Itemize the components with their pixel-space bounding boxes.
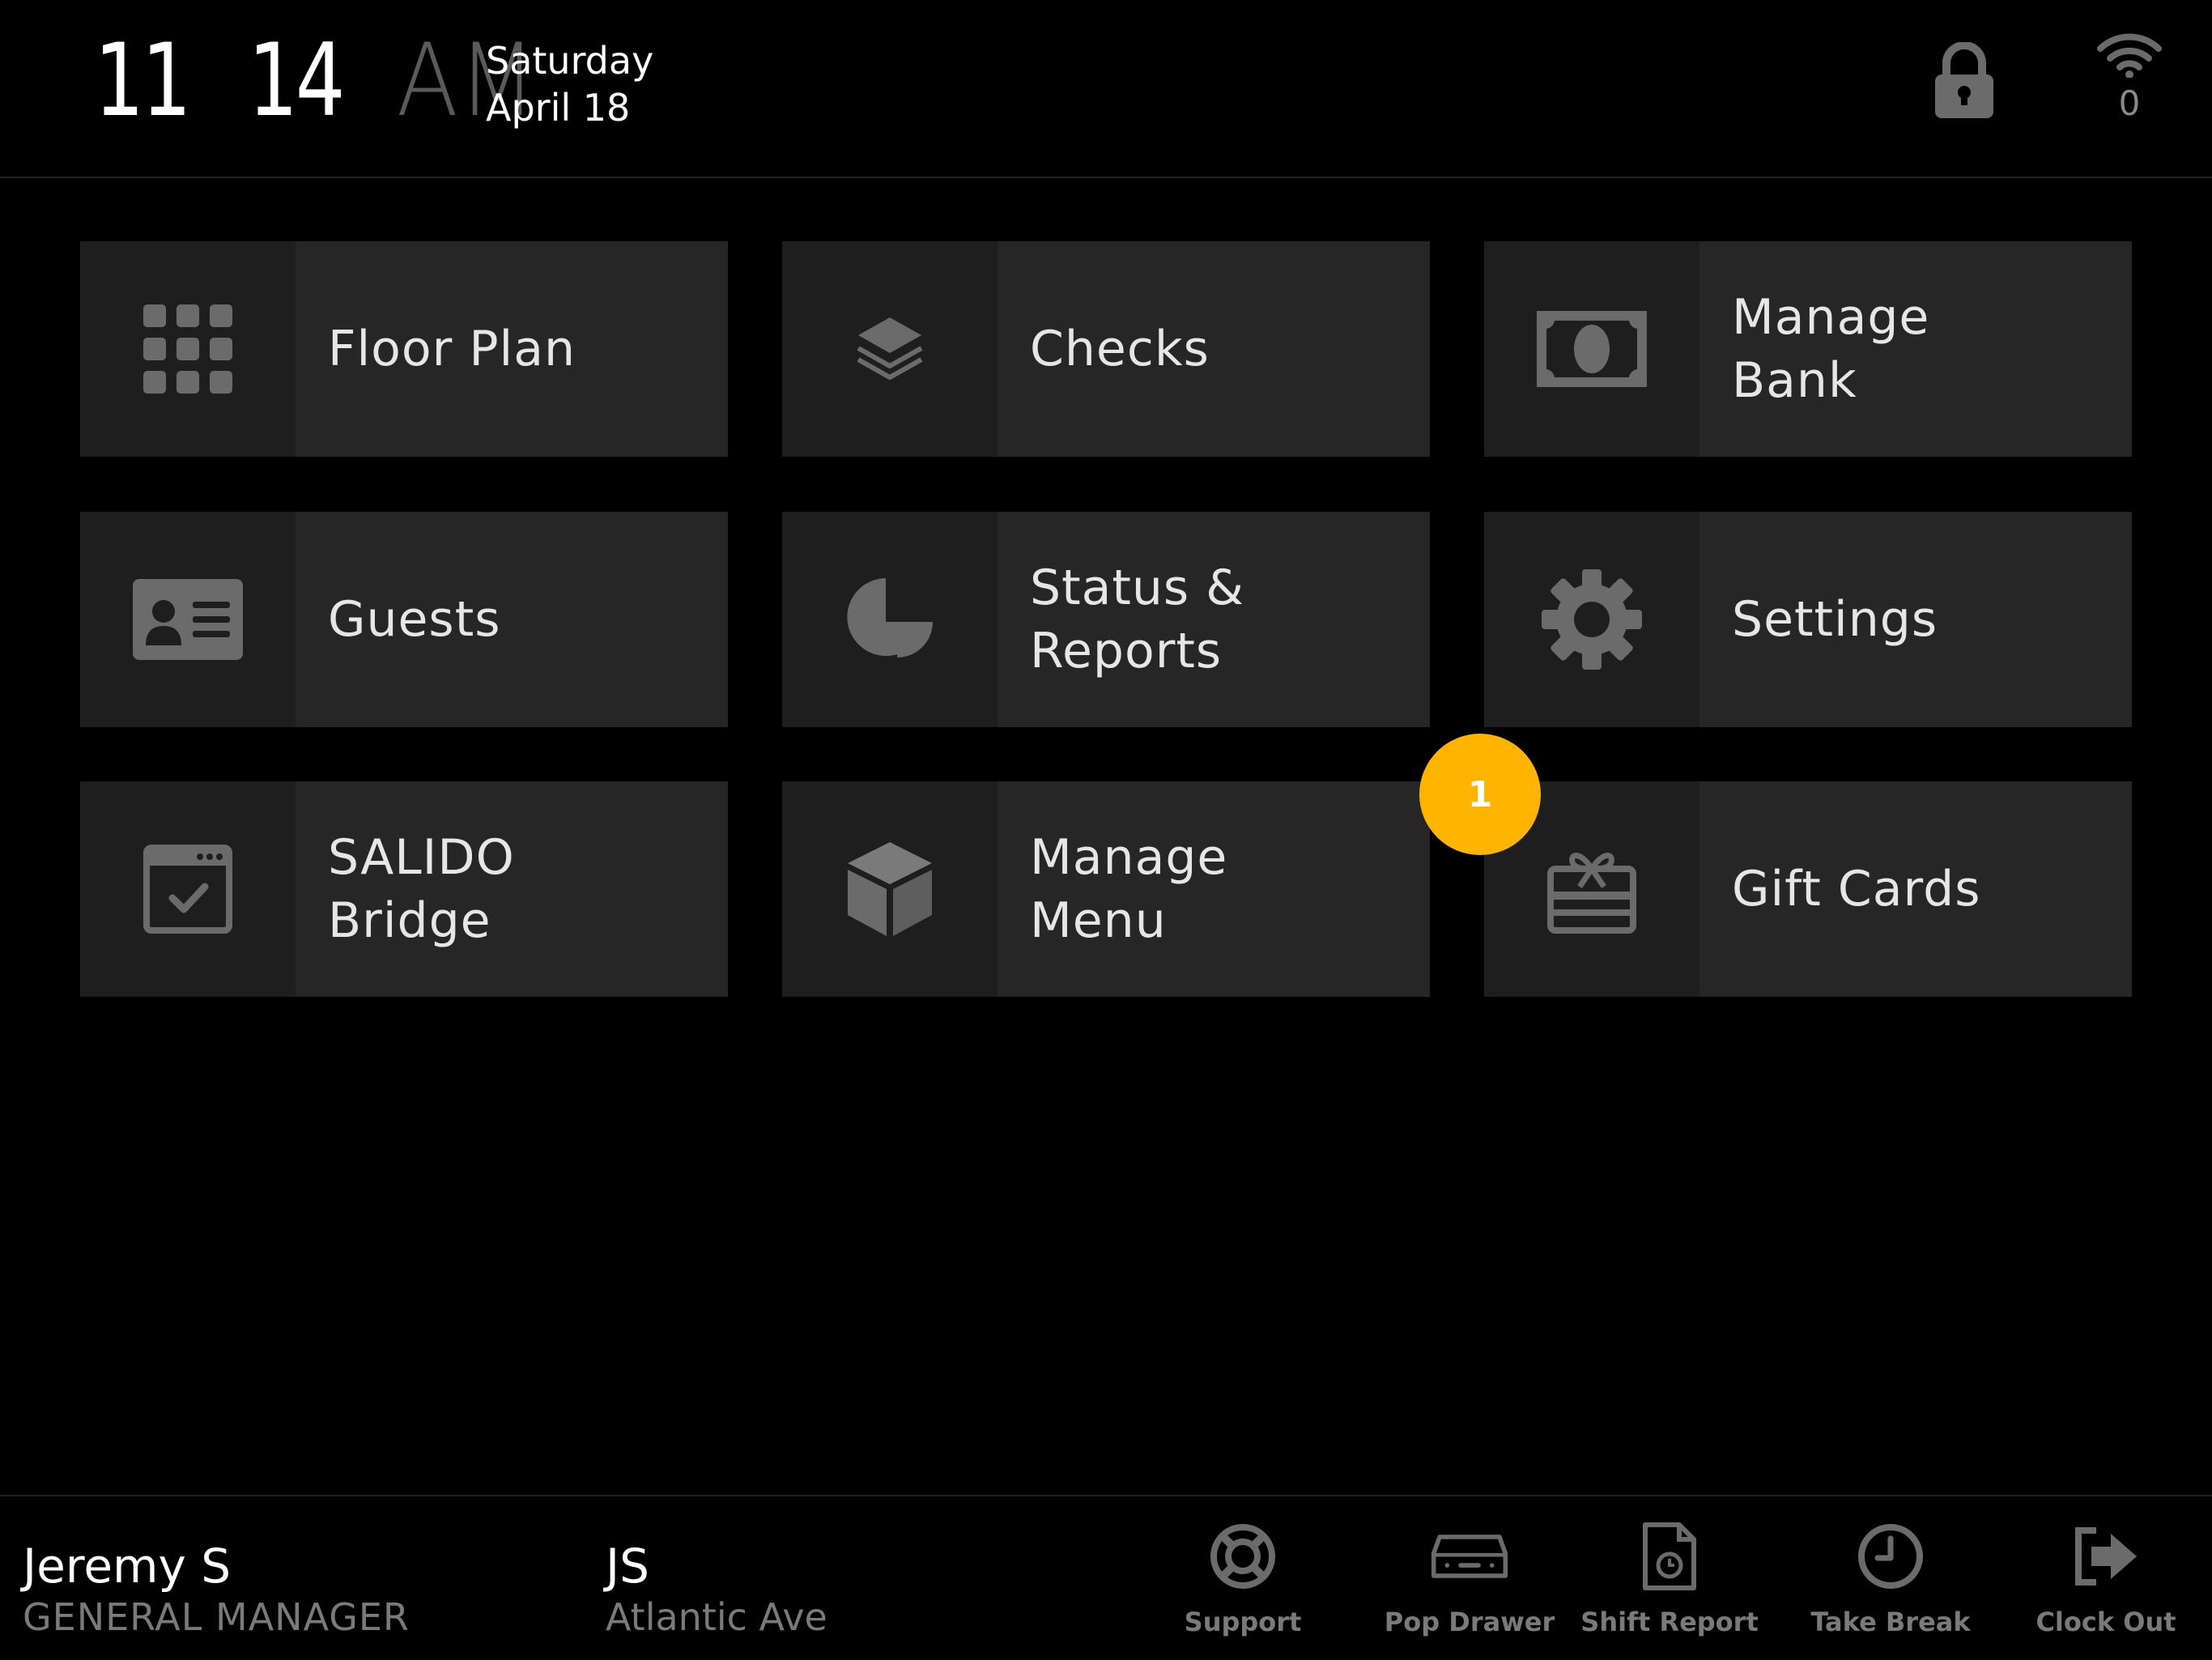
checks-label: Checks xyxy=(1030,321,1210,377)
clock-out-label: Clock Out xyxy=(2035,1607,2176,1637)
clock: 11 14 AM xyxy=(81,23,543,139)
user-role: GENERAL MANAGER xyxy=(23,1595,410,1639)
date: Saturday April 18 xyxy=(486,37,653,131)
lock-icon[interactable] xyxy=(1932,41,1997,120)
gear-icon xyxy=(1484,512,1699,727)
status-reports-tile[interactable]: Status & Reports xyxy=(782,512,1430,727)
floor-plan-label: Floor Plan xyxy=(328,321,576,377)
clock-minute: 14 xyxy=(248,23,345,139)
shift-report-button[interactable]: Shift Report xyxy=(1580,1517,1759,1647)
floor-plan-tile[interactable]: Floor Plan xyxy=(80,241,728,457)
manage-bank-tile[interactable]: Manage Bank xyxy=(1484,241,2132,457)
pop-drawer-label: Pop Drawer xyxy=(1384,1607,1555,1637)
gift-cards-tile[interactable]: Gift Cards xyxy=(1484,781,2132,997)
id-card-icon xyxy=(80,512,296,727)
guests-label: Guests xyxy=(328,591,501,648)
network-count: 0 xyxy=(2118,83,2141,123)
cash-drawer-icon xyxy=(1431,1517,1508,1595)
support-button[interactable]: Support xyxy=(1178,1517,1308,1647)
support-label: Support xyxy=(1184,1607,1302,1637)
clock-out-button[interactable]: Clock Out xyxy=(2029,1517,2183,1647)
guests-tile[interactable]: Guests xyxy=(80,512,728,727)
user-name: Jeremy S xyxy=(23,1539,232,1594)
wifi-icon xyxy=(2097,33,2162,78)
date-month-day: April 18 xyxy=(486,86,631,130)
take-break-button[interactable]: Take Break xyxy=(1810,1517,1971,1647)
date-weekday: Saturday xyxy=(486,39,654,83)
wifi-status[interactable]: 0 xyxy=(2089,32,2170,138)
footer-bar: Jeremy S GENERAL MANAGER JS Atlantic Ave… xyxy=(0,1495,2212,1660)
location-initials: JS xyxy=(606,1539,649,1594)
manage-bank-label: Manage Bank xyxy=(1732,289,1930,409)
manage-menu-tile[interactable]: Manage Menu xyxy=(782,781,1430,997)
checks-tile[interactable]: Checks xyxy=(782,241,1430,457)
location-name: Atlantic Ave xyxy=(606,1595,827,1639)
take-break-label: Take Break xyxy=(1810,1607,1971,1637)
salido-bridge-label: SALIDO Bridge xyxy=(328,829,515,949)
settings-tile[interactable]: Settings xyxy=(1484,512,2132,727)
cube-icon xyxy=(782,781,998,997)
clock-icon xyxy=(1852,1517,1929,1595)
cash-icon xyxy=(1484,241,1699,457)
grid-icon xyxy=(80,241,296,457)
shift-report-icon xyxy=(1631,1517,1708,1595)
status-header: 11 14 AM Saturday April 18 0 xyxy=(0,0,2212,178)
lifebuoy-icon xyxy=(1204,1517,1282,1595)
gift-cards-label: Gift Cards xyxy=(1732,861,1981,917)
status-reports-label: Status & Reports xyxy=(1030,560,1245,679)
pie-chart-icon xyxy=(782,512,998,727)
salido-bridge-tile[interactable]: SALIDO Bridge xyxy=(80,781,728,997)
calendar-check-icon xyxy=(80,781,296,997)
shift-report-label: Shift Report xyxy=(1580,1607,1759,1637)
step-badge: 1 xyxy=(1419,734,1541,855)
sign-out-icon xyxy=(2067,1517,2145,1595)
clock-hour: 11 xyxy=(94,23,191,139)
layers-icon xyxy=(782,241,998,457)
pop-drawer-button[interactable]: Pop Drawer xyxy=(1385,1517,1555,1647)
settings-label: Settings xyxy=(1732,591,1938,648)
manage-menu-label: Manage Menu xyxy=(1030,829,1228,949)
